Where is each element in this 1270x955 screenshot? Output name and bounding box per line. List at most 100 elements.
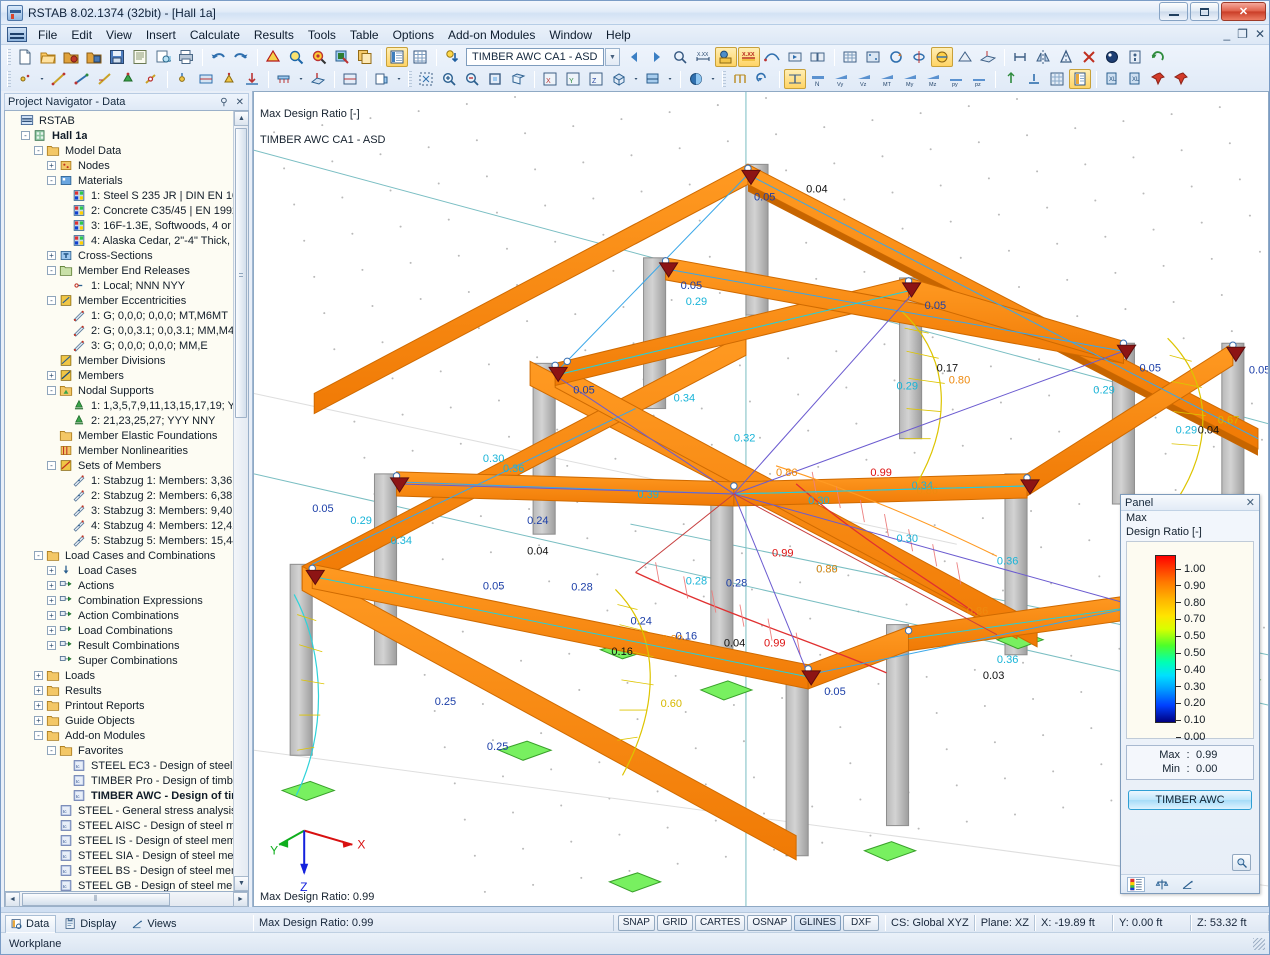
tree-item-5-stabzug-5-members-15-44-45[interactable]: 5: Stabzug 5: Members: 15,44,45: [5, 533, 233, 548]
select-all-icon[interactable]: [415, 69, 437, 89]
toolbar-grip[interactable]: [7, 71, 11, 87]
tree-item-combination-expressions[interactable]: +Combination Expressions: [5, 593, 233, 608]
tree-item-result-combinations[interactable]: +Result Combinations: [5, 638, 233, 653]
panel-tab-factors[interactable]: [1153, 877, 1171, 892]
menu-view[interactable]: View: [99, 26, 139, 44]
result-mz-icon[interactable]: Mz: [922, 69, 944, 89]
animate-icon[interactable]: [784, 47, 806, 67]
expand-icon[interactable]: +: [47, 626, 56, 635]
menu-edit[interactable]: Edit: [64, 26, 99, 44]
toggle-grid[interactable]: GRID: [657, 915, 693, 931]
tree-item-model-data[interactable]: -Model Data: [5, 143, 233, 158]
collapse-icon[interactable]: -: [21, 131, 30, 140]
minimize-button[interactable]: [1159, 2, 1188, 21]
navigator-tree[interactable]: RSTAB-Hall 1a-Model Data+Nodes-Materials…: [4, 110, 249, 892]
new-line-icon[interactable]: [48, 69, 70, 89]
toolbar-dropdown-arrow[interactable]: [296, 69, 306, 89]
pin2-icon[interactable]: [1170, 69, 1192, 89]
values-on-off-icon[interactable]: X.XX: [738, 47, 760, 67]
pin-icon[interactable]: [1147, 69, 1169, 89]
tree-item-3-16f-1-3e-softwoods-4-or-mo[interactable]: 3: 16F-1.3E, Softwoods, 4 or Mo: [5, 218, 233, 233]
cross-icon[interactable]: [1078, 47, 1100, 67]
redraw-icon[interactable]: [752, 69, 774, 89]
support-tool-icon[interactable]: [218, 69, 240, 89]
zoom-magnifier-icon[interactable]: [1232, 854, 1251, 871]
result-vy-icon[interactable]: Vy: [830, 69, 852, 89]
toggle-dxf[interactable]: DXF: [843, 915, 879, 931]
menu-file[interactable]: File: [31, 26, 64, 44]
close-icon[interactable]: ✕: [232, 97, 248, 108]
info-icon[interactable]: [1124, 47, 1146, 67]
tree-item-timber-awc-design-of-timb[interactable]: IcTIMBER AWC - Design of timb: [5, 788, 233, 803]
nav-tab-views[interactable]: Views: [126, 915, 183, 933]
toolbar-dropdown-arrow[interactable]: [631, 69, 641, 89]
collapse-icon[interactable]: -: [34, 146, 43, 155]
node-icon[interactable]: [1101, 47, 1123, 67]
timber-awc-button[interactable]: TIMBER AWC: [1128, 790, 1252, 810]
collapse-icon[interactable]: -: [34, 731, 43, 740]
tree-item-hall-1a[interactable]: -Hall 1a: [5, 128, 233, 143]
tree-item-2-21-23-25-27-yyy-nny[interactable]: 2: 21,23,25,27; YYY NNY: [5, 413, 233, 428]
perspective-icon[interactable]: [954, 47, 976, 67]
node-tool-icon[interactable]: [172, 69, 194, 89]
collapse-icon[interactable]: -: [47, 386, 56, 395]
tree-vertical-scrollbar[interactable]: ▲ ▼: [233, 111, 248, 891]
tree-item-3-stabzug-3-members-9-40-41[interactable]: 3: Stabzug 3: Members: 9,40,41: [5, 503, 233, 518]
expand-icon[interactable]: +: [47, 161, 56, 170]
toggle-osnap[interactable]: OSNAP: [747, 915, 792, 931]
toolbar-grip[interactable]: [7, 49, 11, 65]
expand-icon[interactable]: +: [47, 566, 56, 575]
visibility-icon[interactable]: [729, 69, 751, 89]
pin-icon[interactable]: ⚲: [216, 97, 231, 108]
member-set-icon[interactable]: [195, 69, 217, 89]
undo-icon[interactable]: [207, 47, 229, 67]
loadcase-icon[interactable]: [441, 47, 463, 67]
grid-result-icon[interactable]: [1046, 69, 1068, 89]
expand-icon[interactable]: +: [47, 596, 56, 605]
redo-icon[interactable]: [230, 47, 252, 67]
color-mode-icon[interactable]: [685, 69, 707, 89]
tree-item-nodal-supports[interactable]: -Nodal Supports: [5, 383, 233, 398]
dimension-icon[interactable]: [1009, 47, 1031, 67]
tree-item-super-combinations[interactable]: Super Combinations: [5, 653, 233, 668]
tree-item-4-stabzug-4-members-12-42-43[interactable]: 4: Stabzug 4: Members: 12,42,43: [5, 518, 233, 533]
tree-item-steel-sia-design-of-steel-member[interactable]: IcSTEEL SIA - Design of steel member: [5, 848, 233, 863]
rotate-view-icon[interactable]: [931, 47, 953, 67]
tree-item-load-combinations[interactable]: +Load Combinations: [5, 623, 233, 638]
rotate-icon[interactable]: [885, 47, 907, 67]
new-node-icon[interactable]: [14, 69, 36, 89]
tree-item-load-cases-and-combinations[interactable]: -Load Cases and Combinations: [5, 548, 233, 563]
panel-tab-view-settings[interactable]: [1179, 877, 1197, 892]
workplane-icon[interactable]: [977, 47, 999, 67]
nav-tab-display[interactable]: Display: [59, 915, 123, 933]
grid-display-icon[interactable]: [839, 47, 861, 67]
tree-item-steel-ec3-design-of-steel-mer[interactable]: IcSTEEL EC3 - Design of steel mer: [5, 758, 233, 773]
save-icon[interactable]: [106, 47, 128, 67]
refresh-icon[interactable]: [1147, 47, 1169, 67]
zoom-results-icon[interactable]: [669, 47, 691, 67]
toolbar-dropdown-arrow[interactable]: [394, 69, 404, 89]
support-reaction-icon[interactable]: [1023, 69, 1045, 89]
tree-item-1-g-0-0-0-0-0-0-mt-m6mt[interactable]: 1: G; 0,0,0; 0,0,0; MT,M6MT: [5, 308, 233, 323]
tree-item-member-eccentricities[interactable]: -Member Eccentricities: [5, 293, 233, 308]
tree-item-loads[interactable]: +Loads: [5, 668, 233, 683]
toolbar-grip[interactable]: [408, 71, 412, 87]
open-sample-icon[interactable]: [83, 47, 105, 67]
table-view-icon[interactable]: [386, 47, 408, 67]
tree-item-materials[interactable]: -Materials: [5, 173, 233, 188]
tree-item-members[interactable]: +Members: [5, 368, 233, 383]
tree-item-actions[interactable]: +Actions: [5, 578, 233, 593]
load-tool-icon[interactable]: [241, 69, 263, 89]
structural-model-3d[interactable]: 0.05 0.05 0.05 0.05 0.05 0.05 0.05 0.05 …: [254, 92, 1268, 906]
toolbar-dropdown-arrow[interactable]: [665, 69, 675, 89]
menu-table[interactable]: Table: [343, 26, 386, 44]
tree-item-steel-bs-design-of-steel-members[interactable]: IcSTEEL BS - Design of steel members: [5, 863, 233, 878]
scale-results-icon[interactable]: X.XX: [692, 47, 714, 67]
result-diagram-icon[interactable]: [784, 69, 806, 89]
expand-icon[interactable]: +: [47, 371, 56, 380]
zoom-out-icon[interactable]: [461, 69, 483, 89]
new-member-icon[interactable]: [71, 69, 93, 89]
expand-icon[interactable]: +: [34, 716, 43, 725]
tree-item-1-local-nnn-nyy[interactable]: 1: Local; NNN NYY: [5, 278, 233, 293]
tree-item-2-concrete-c35-45-en-1992-1[interactable]: 2: Concrete C35/45 | EN 1992-1-: [5, 203, 233, 218]
